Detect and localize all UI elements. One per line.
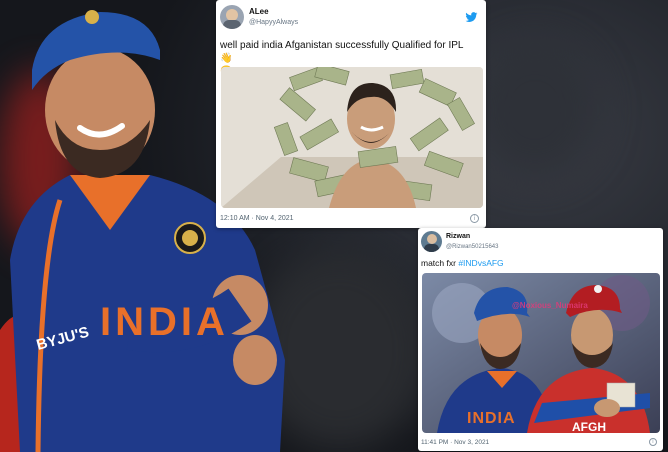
photo-jersey-left-text: INDIA <box>467 410 516 427</box>
tweet-body: well paid india Afganistan successfully … <box>220 40 464 51</box>
tweet-text: match fxr #INDvsAFG <box>418 252 663 268</box>
tweet-body: match fxr <box>421 258 456 268</box>
waving-hand-emoji: 👋 <box>220 53 233 64</box>
user-display-name[interactable]: Rizwan <box>446 232 498 242</box>
twitter-bird-icon[interactable] <box>465 11 478 23</box>
money-photo <box>221 67 483 208</box>
user-handle[interactable]: @Rizwan50215643 <box>446 242 498 252</box>
tweet-card-2[interactable]: Rizwan @Rizwan50215643 match fxr #INDvsA… <box>418 228 663 451</box>
tweet-timestamp[interactable]: 11:41 PM · Nov 3, 2021 <box>421 439 489 446</box>
tweet-card-1[interactable]: ALee @HapyyAlways well paid india Afgani… <box>216 0 486 228</box>
hashtag-link[interactable]: #INDvsAFG <box>458 258 503 268</box>
user-display-name[interactable]: ALee <box>249 6 298 17</box>
photo-jersey-right-text: AFGH <box>572 420 606 433</box>
tweet-image[interactable] <box>221 67 483 208</box>
user-handle[interactable]: @HapyyAlways <box>249 17 298 28</box>
info-icon[interactable]: i <box>649 438 657 446</box>
tweet-image[interactable]: INDIA AFGH @Noxious_Numaira <box>422 273 660 433</box>
background-blur <box>470 40 600 180</box>
user-avatar[interactable] <box>421 231 442 252</box>
user-avatar[interactable] <box>220 5 244 29</box>
info-icon[interactable]: i <box>470 214 479 223</box>
players-photo: INDIA AFGH <box>422 273 660 433</box>
jersey-team-text: INDIA <box>100 300 229 344</box>
tweet-timestamp[interactable]: 12:10 AM · Nov 4, 2021 <box>220 215 294 222</box>
watermark-text: @Noxious_Numaira <box>512 301 588 310</box>
